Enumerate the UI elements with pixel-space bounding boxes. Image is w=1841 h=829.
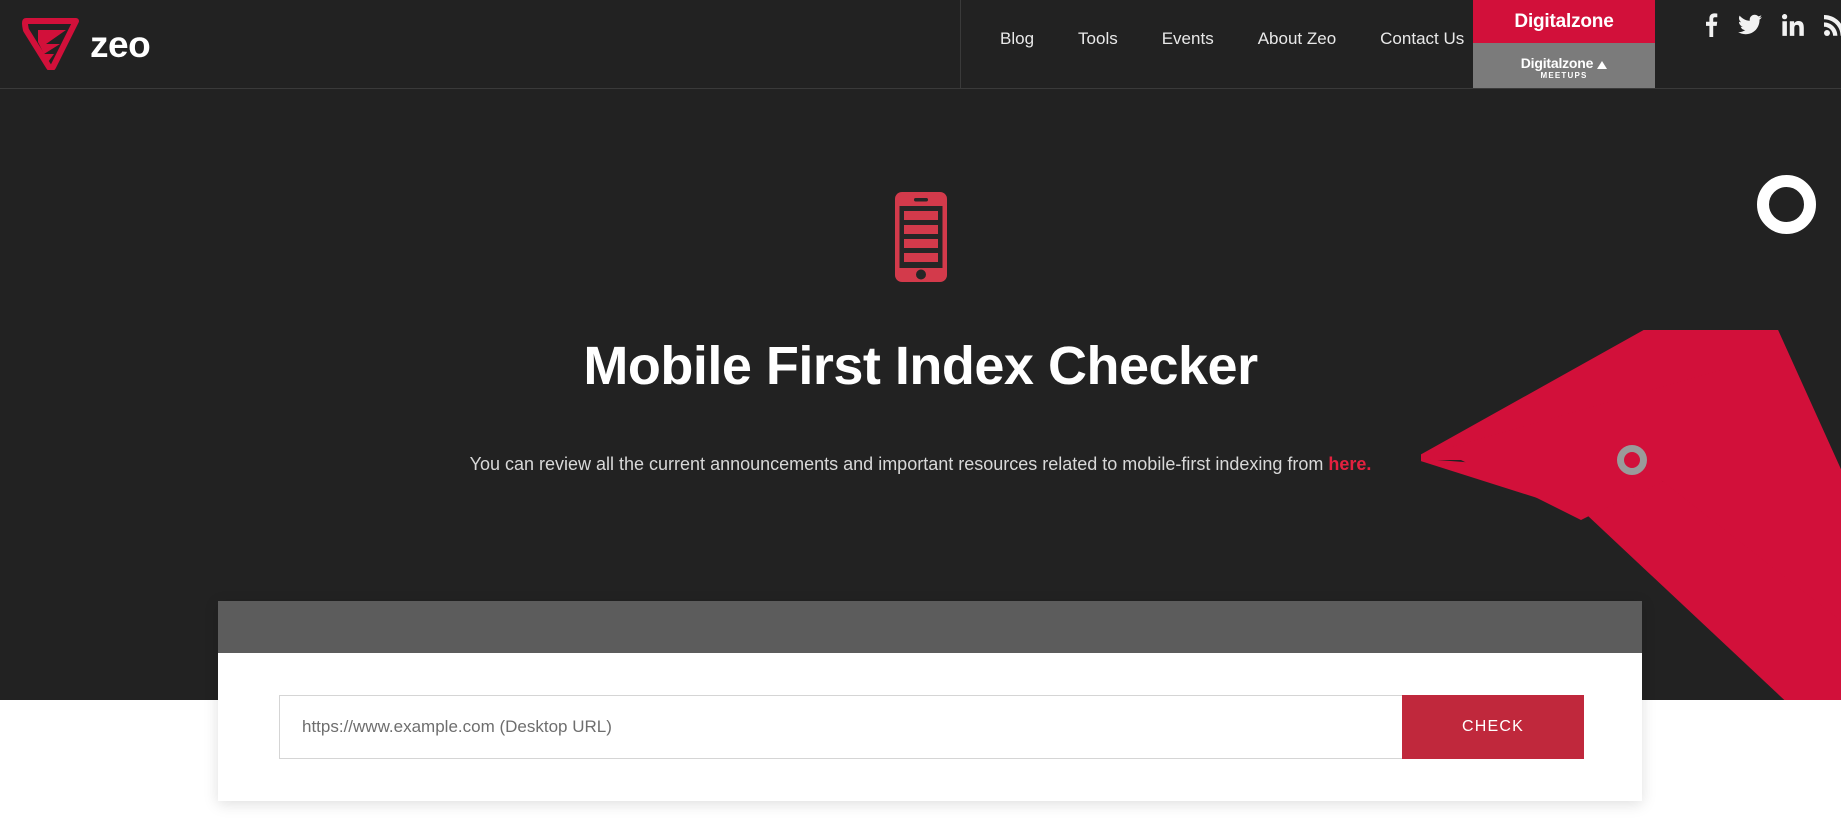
header-bottom-rule [0, 88, 1841, 89]
facebook-icon[interactable] [1703, 13, 1718, 37]
nav-item-about-zeo[interactable]: About Zeo [1236, 30, 1358, 47]
rss-icon[interactable] [1824, 14, 1841, 36]
page-root: Mobile First Index Checker You can revie… [0, 0, 1841, 829]
social-links [1703, 10, 1841, 40]
hero-subtitle-text: You can review all the current announcem… [469, 454, 1329, 475]
digitalzone-buttons: Digitalzone Digitalzone MEETUPS [1473, 0, 1655, 88]
nav-item-contact-us[interactable]: Contact Us [1358, 30, 1486, 47]
mobile-phone-icon [894, 192, 947, 282]
twitter-icon[interactable] [1738, 14, 1762, 36]
digitalzone-meetups-label: Digitalzone [1520, 54, 1594, 71]
digitalzone-meetups-row: Digitalzone [1520, 54, 1608, 71]
hero-content: Mobile First Index Checker You can revie… [0, 0, 1841, 700]
digitalzone-button-label: Digitalzone [1514, 10, 1614, 32]
digitalzone-button[interactable]: Digitalzone [1473, 0, 1655, 43]
site-logo[interactable]: zeo [22, 18, 151, 70]
page-title: Mobile First Index Checker [583, 336, 1258, 396]
nav-item-events[interactable]: Events [1140, 30, 1236, 47]
nav-item-tools[interactable]: Tools [1056, 30, 1140, 47]
nav-item-blog[interactable]: Blog [990, 30, 1056, 47]
digitalzone-meetups-sublabel: MEETUPS [1540, 70, 1588, 80]
site-header: zeo Blog Tools Events About Zeo Contact … [0, 0, 1841, 89]
digitalzone-meetups-button[interactable]: Digitalzone MEETUPS [1473, 43, 1655, 88]
hero-subtitle-link[interactable]: here. [1328, 454, 1371, 474]
card-body: CHECK [218, 653, 1642, 801]
zeo-logo-mark-icon [22, 18, 79, 70]
hero-section: Mobile First Index Checker You can revie… [0, 0, 1841, 700]
check-button[interactable]: CHECK [1402, 695, 1584, 759]
triangle-icon [1597, 60, 1608, 69]
linkedin-icon[interactable] [1782, 14, 1804, 36]
main-nav: Blog Tools Events About Zeo Contact Us [990, 30, 1486, 47]
url-input[interactable] [279, 695, 1402, 759]
url-checker-card: CHECK [218, 601, 1642, 801]
card-header-bar [218, 601, 1642, 653]
header-vertical-divider [960, 0, 961, 88]
hero-subtitle: You can review all the current announcem… [470, 452, 1372, 477]
logo-text: zeo [90, 23, 151, 65]
